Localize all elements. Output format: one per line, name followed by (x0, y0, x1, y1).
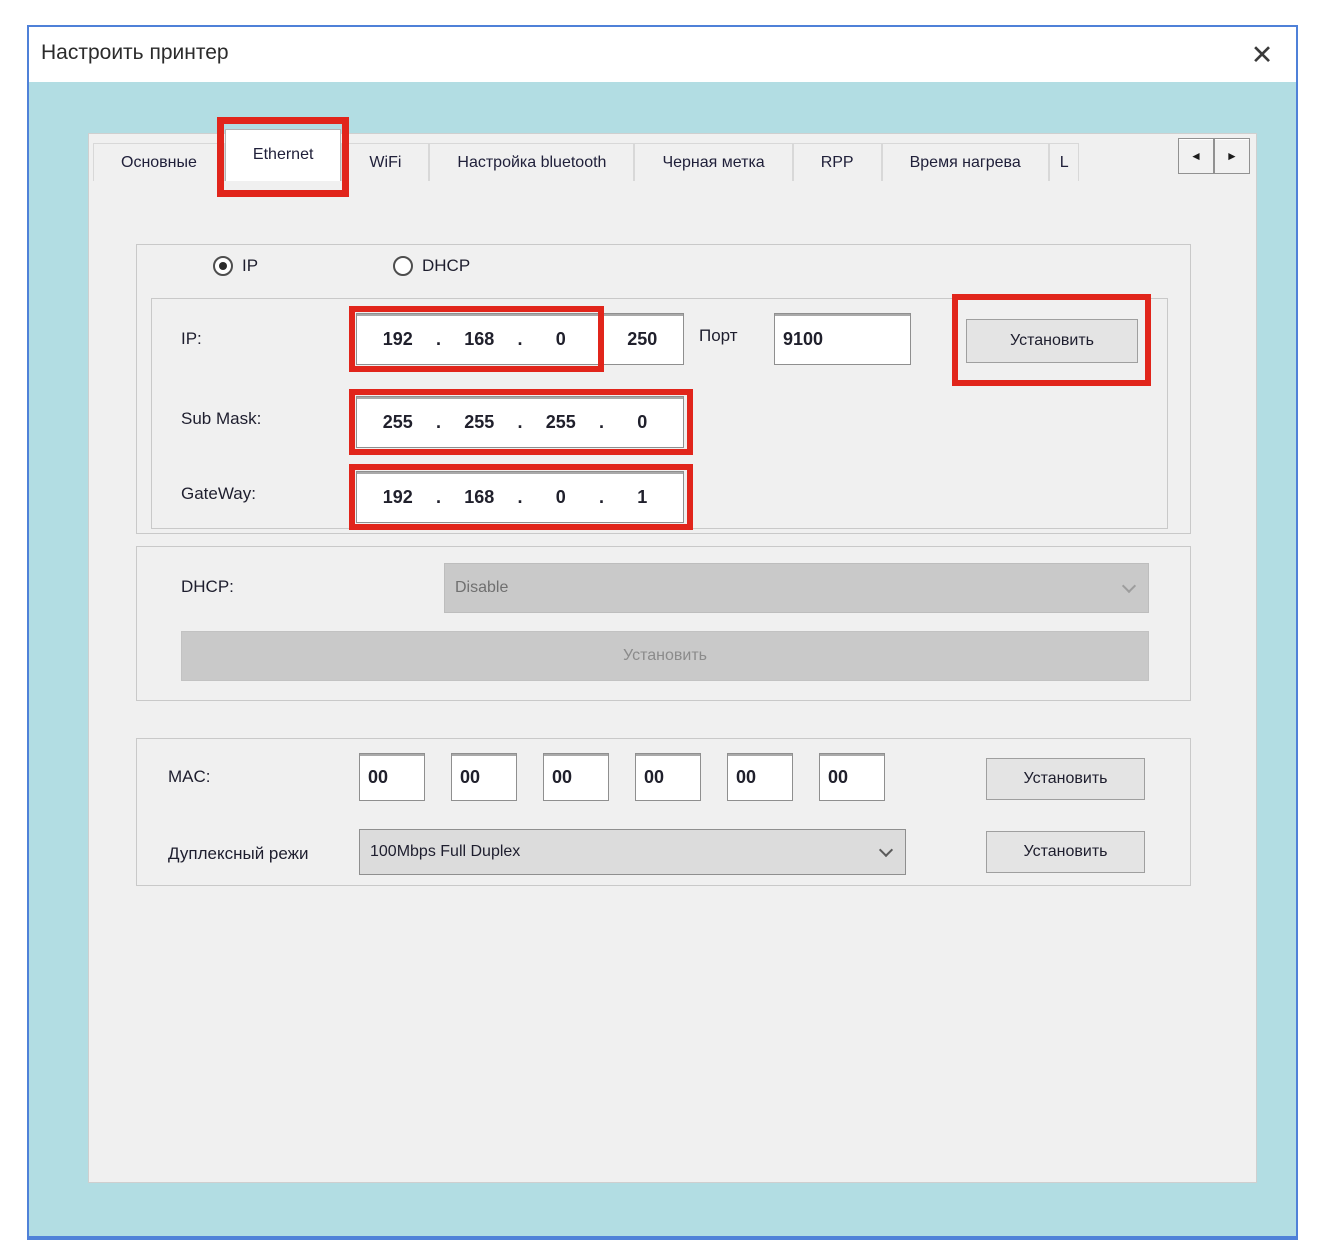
ip-dot: . (598, 329, 606, 350)
radio-ip-label: IP (242, 256, 258, 276)
ip-dot: . (435, 329, 443, 350)
submask-dot: . (598, 412, 606, 433)
mac-byte-field-2[interactable]: 00 (451, 753, 517, 801)
set-ip-button[interactable]: Установить (966, 319, 1138, 363)
tab-ethernet-label: Ethernet (253, 146, 313, 163)
ip-octet-4: 250 (606, 329, 680, 350)
mac-label: MAC: (168, 767, 211, 787)
tab-scroll-right-button[interactable]: ► (1214, 138, 1250, 174)
submask-octet-3: 255 (524, 412, 598, 433)
tab-wifi[interactable]: WiFi (341, 143, 429, 181)
mac-byte-6: 00 (828, 767, 848, 788)
tab-page-panel: Основные Ethernet WiFi Настройка bluetoo… (88, 133, 1257, 1183)
radio-dhcp-label: DHCP (422, 256, 470, 276)
chevron-down-icon (879, 843, 893, 857)
tab-scroll-left-button[interactable]: ◄ (1178, 138, 1214, 174)
port-value: 9100 (783, 329, 823, 350)
mac-byte-field-6[interactable]: 00 (819, 753, 885, 801)
gateway-field[interactable]: 192 . 168 . 0 . 1 (356, 471, 684, 523)
printer-settings-dialog: Настроить принтер ✕ Основные Ethernet Wi… (27, 25, 1298, 1240)
dialog-title: Настроить принтер (41, 41, 229, 65)
dhcp-dropdown-value: Disable (455, 579, 508, 597)
submask-dot: . (516, 412, 524, 433)
dialog-body: Основные Ethernet WiFi Настройка bluetoo… (29, 82, 1296, 1236)
mac-byte-2: 00 (460, 767, 480, 788)
tab-truncated[interactable]: L (1049, 143, 1079, 181)
ip-octet-3: 0 (524, 329, 598, 350)
close-icon[interactable]: ✕ (1242, 37, 1282, 73)
mac-byte-field-4[interactable]: 00 (635, 753, 701, 801)
mac-byte-3: 00 (552, 767, 572, 788)
mac-byte-4: 00 (644, 767, 664, 788)
duplex-set-button-label: Установить (1024, 843, 1108, 861)
ip-octet-1: 192 (361, 329, 435, 350)
submask-octet-4: 0 (606, 412, 680, 433)
submask-octet-1: 255 (361, 412, 435, 433)
ip-dot: . (516, 329, 524, 350)
dhcp-set-button: Установить (181, 631, 1149, 681)
ip-label: IP: (181, 329, 202, 349)
dhcp-dropdown: Disable (444, 563, 1149, 613)
mac-set-button-label: Установить (1024, 770, 1108, 788)
tab-heating-time[interactable]: Время нагрева (882, 143, 1049, 181)
duplex-label: Дуплексный режи (168, 844, 359, 864)
radio-ip-circle (213, 256, 233, 276)
mac-byte-field-5[interactable]: 00 (727, 753, 793, 801)
submask-field[interactable]: 255 . 255 . 255 . 0 (356, 396, 684, 448)
tab-black-mark[interactable]: Черная метка (634, 143, 792, 181)
radio-dhcp-circle (393, 256, 413, 276)
tab-bluetooth[interactable]: Настройка bluetooth (429, 143, 634, 181)
submask-dot: . (435, 412, 443, 433)
port-label: Порт (699, 326, 738, 346)
duplex-set-button[interactable]: Установить (986, 831, 1145, 873)
tab-rpp[interactable]: RPP (793, 143, 882, 181)
chevron-down-icon (1122, 579, 1136, 593)
dhcp-label: DHCP: (181, 577, 234, 597)
mac-set-button[interactable]: Установить (986, 758, 1145, 800)
submask-octet-2: 255 (443, 412, 517, 433)
tab-strip: Основные Ethernet WiFi Настройка bluetoo… (93, 141, 1156, 181)
gateway-dot: . (598, 487, 606, 508)
gateway-octet-1: 192 (361, 487, 435, 508)
gateway-octet-4: 1 (606, 487, 680, 508)
gateway-octet-2: 168 (443, 487, 517, 508)
mac-byte-field-3[interactable]: 00 (543, 753, 609, 801)
dhcp-set-button-label: Установить (623, 647, 707, 665)
duplex-dropdown[interactable]: 100Mbps Full Duplex (359, 829, 906, 875)
mac-byte-1: 00 (368, 767, 388, 788)
gateway-label: GateWay: (181, 484, 256, 504)
set-ip-button-label: Установить (1010, 332, 1094, 350)
radio-dhcp[interactable]: DHCP (393, 256, 470, 276)
mac-byte-field-1[interactable]: 00 (359, 753, 425, 801)
duplex-dropdown-value: 100Mbps Full Duplex (370, 843, 520, 861)
submask-label: Sub Mask: (181, 409, 261, 429)
gateway-dot: . (435, 487, 443, 508)
title-bar: Настроить принтер ✕ (29, 27, 1296, 82)
port-field[interactable]: 9100 (774, 313, 911, 365)
ip-octet-2: 168 (443, 329, 517, 350)
radio-ip[interactable]: IP (213, 256, 258, 276)
mac-byte-5: 00 (736, 767, 756, 788)
gateway-dot: . (516, 487, 524, 508)
gateway-octet-3: 0 (524, 487, 598, 508)
tab-ethernet[interactable]: Ethernet (225, 129, 341, 181)
ip-address-field[interactable]: 192 . 168 . 0 . 250 (356, 313, 684, 365)
tab-osnovnye[interactable]: Основные (93, 143, 225, 181)
